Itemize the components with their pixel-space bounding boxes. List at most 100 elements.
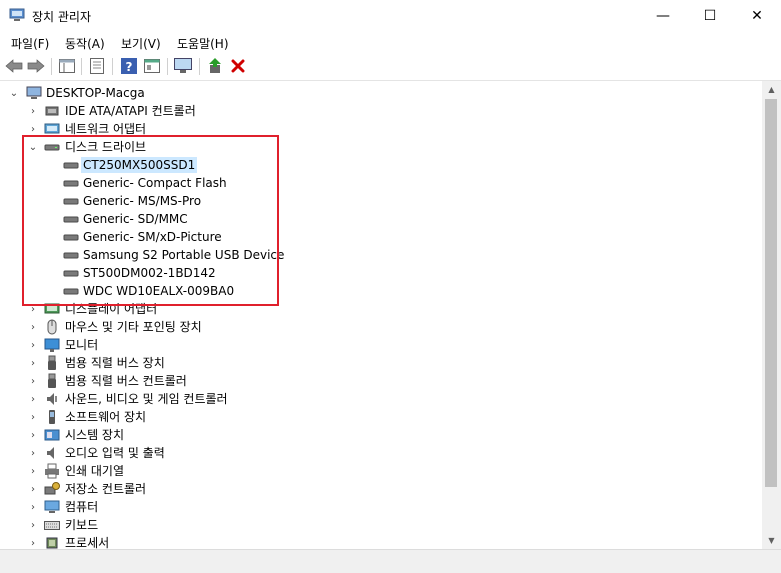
tree-item-display[interactable]: › 디스플레이 어댑터 — [0, 300, 762, 318]
help-button[interactable]: ? — [120, 57, 138, 75]
svg-text:?: ? — [126, 60, 133, 74]
forward-button[interactable] — [27, 57, 45, 75]
view-icon — [144, 59, 160, 73]
tree-item-network[interactable]: › 네트워크 어댑터 — [0, 120, 762, 138]
chevron-right-icon[interactable]: › — [27, 300, 39, 318]
disk-drive-icon — [63, 252, 79, 259]
disk-child-5[interactable]: Samsung S2 Portable USB Device — [0, 246, 762, 264]
tree-item-computer[interactable]: › 컴퓨터 — [0, 498, 762, 516]
monitor-icon — [44, 338, 60, 352]
tree-item-label: 범용 직렬 버스 장치 — [65, 356, 165, 370]
toolbar-separator — [81, 58, 82, 75]
disk-child-3[interactable]: Generic- SD/MMC — [0, 210, 762, 228]
scroll-thumb[interactable] — [765, 99, 777, 487]
chevron-right-icon[interactable]: › — [27, 426, 39, 444]
sound-icon — [47, 393, 57, 405]
help-icon: ? — [121, 58, 137, 74]
tree-item-label: 사운드, 비디오 및 게임 컨트롤러 — [65, 392, 228, 406]
close-button[interactable]: ✕ — [734, 0, 780, 31]
close-icon: ✕ — [751, 7, 763, 24]
tree-item-disk[interactable]: ⌄ 디스크 드라이브 — [0, 138, 762, 156]
scan-hardware-button[interactable] — [174, 57, 192, 75]
update-driver-button[interactable] — [206, 57, 224, 75]
tree-item-monitor[interactable]: › 모니터 — [0, 336, 762, 354]
disk-child-1[interactable]: Generic- Compact Flash — [0, 174, 762, 192]
menu-file[interactable]: 파일(F) — [11, 35, 49, 52]
tree-item-software[interactable]: › 소프트웨어 장치 — [0, 408, 762, 426]
chevron-right-icon[interactable]: › — [27, 462, 39, 480]
tree-item-usb-controller[interactable]: › 범용 직렬 버스 컨트롤러 — [0, 372, 762, 390]
menu-bar: 파일(F) 동작(A) 보기(V) 도움말(H) — [0, 31, 781, 53]
tree-item-keyboard[interactable]: › 키보드 — [0, 516, 762, 534]
back-button[interactable] — [5, 57, 23, 75]
maximize-button[interactable]: ☐ — [687, 0, 733, 31]
show-hide-tree-button[interactable] — [58, 57, 76, 75]
computer-icon — [26, 86, 42, 99]
title-bar: 장치 관리자 — ☐ ✕ — [0, 0, 781, 31]
disk-drive-icon — [44, 144, 60, 151]
tree-item-label: 범용 직렬 버스 컨트롤러 — [65, 374, 187, 388]
device-tree[interactable]: ⌄ DESKTOP-Macga › IDE ATA/ATAPI 컨트롤러 › 네… — [0, 81, 762, 549]
status-bar — [0, 549, 781, 573]
tree-item-system[interactable]: › 시스템 장치 — [0, 426, 762, 444]
disk-child-0[interactable]: CT250MX500SSD1 — [0, 156, 762, 174]
chevron-right-icon[interactable]: › — [27, 120, 39, 138]
tree-item-storage[interactable]: › 저장소 컨트롤러 — [0, 480, 762, 498]
menu-action[interactable]: 동작(A) — [65, 35, 105, 52]
tree-item-sound[interactable]: › 사운드, 비디오 및 게임 컨트롤러 — [0, 390, 762, 408]
chevron-right-icon[interactable]: › — [27, 408, 39, 426]
tree-item-label: 인쇄 대기열 — [65, 464, 125, 478]
disk-child-label: Samsung S2 Portable USB Device — [83, 248, 285, 262]
disk-child-label: Generic- MS/MS-Pro — [83, 194, 202, 208]
disk-child-4[interactable]: Generic- SM/xD-Picture — [0, 228, 762, 246]
properties-button[interactable] — [88, 57, 106, 75]
monitor-scan-icon — [174, 58, 192, 73]
tree-item-audio-io[interactable]: › 오디오 입력 및 출력 — [0, 444, 762, 462]
chevron-right-icon[interactable]: › — [27, 390, 39, 408]
vertical-scrollbar[interactable]: ▲ ▼ — [762, 81, 781, 549]
back-icon — [5, 59, 23, 73]
update-driver-icon — [209, 58, 221, 73]
disk-child-7[interactable]: WDC WD10EALX-009BA0 — [0, 282, 762, 300]
properties-icon — [90, 58, 104, 74]
chevron-right-icon[interactable]: › — [27, 516, 39, 534]
scroll-down-icon[interactable]: ▼ — [762, 532, 781, 549]
minimize-button[interactable]: — — [640, 0, 686, 31]
uninstall-button[interactable] — [229, 57, 247, 75]
menu-view[interactable]: 보기(V) — [121, 35, 161, 52]
tree-item-mouse[interactable]: › 마우스 및 기타 포인팅 장치 — [0, 318, 762, 336]
disk-child-6[interactable]: ST500DM002-1BD142 — [0, 264, 762, 282]
tree-root[interactable]: ⌄ DESKTOP-Macga — [0, 84, 762, 102]
chevron-right-icon[interactable]: › — [27, 318, 39, 336]
audio-io-icon — [47, 447, 54, 459]
chevron-right-icon[interactable]: › — [27, 102, 39, 120]
minimize-icon: — — [656, 7, 670, 24]
processor-icon — [46, 537, 58, 549]
menu-help[interactable]: 도움말(H) — [177, 35, 229, 52]
chevron-down-icon[interactable]: ⌄ — [27, 138, 39, 156]
chevron-right-icon[interactable]: › — [27, 498, 39, 516]
chevron-right-icon[interactable]: › — [27, 372, 39, 390]
disk-child-2[interactable]: Generic- MS/MS-Pro — [0, 192, 762, 210]
storage-controller-icon — [44, 482, 60, 495]
chevron-down-icon[interactable]: ⌄ — [8, 84, 20, 102]
toolbar-separator — [51, 58, 52, 75]
tree-item-ide[interactable]: › IDE ATA/ATAPI 컨트롤러 — [0, 102, 762, 120]
tree-item-usb-device[interactable]: › 범용 직렬 버스 장치 — [0, 354, 762, 372]
tree-item-label: 오디오 입력 및 출력 — [65, 446, 165, 460]
chevron-right-icon[interactable]: › — [27, 480, 39, 498]
chevron-right-icon[interactable]: › — [27, 444, 39, 462]
display-adapter-icon — [44, 303, 60, 314]
disk-drive-icon — [63, 180, 79, 187]
forward-icon — [27, 59, 45, 73]
chevron-right-icon[interactable]: › — [27, 336, 39, 354]
scroll-up-icon[interactable]: ▲ — [762, 81, 781, 98]
view-button[interactable] — [143, 57, 161, 75]
tree-item-processor[interactable]: › 프로세서 — [0, 534, 762, 549]
tree-item-label: 저장소 컨트롤러 — [65, 482, 147, 496]
tree-item-print-queue[interactable]: › 인쇄 대기열 — [0, 462, 762, 480]
tree-item-label: 디스플레이 어댑터 — [65, 302, 158, 316]
chevron-right-icon[interactable]: › — [27, 534, 39, 549]
software-device-icon — [49, 410, 55, 424]
chevron-right-icon[interactable]: › — [27, 354, 39, 372]
